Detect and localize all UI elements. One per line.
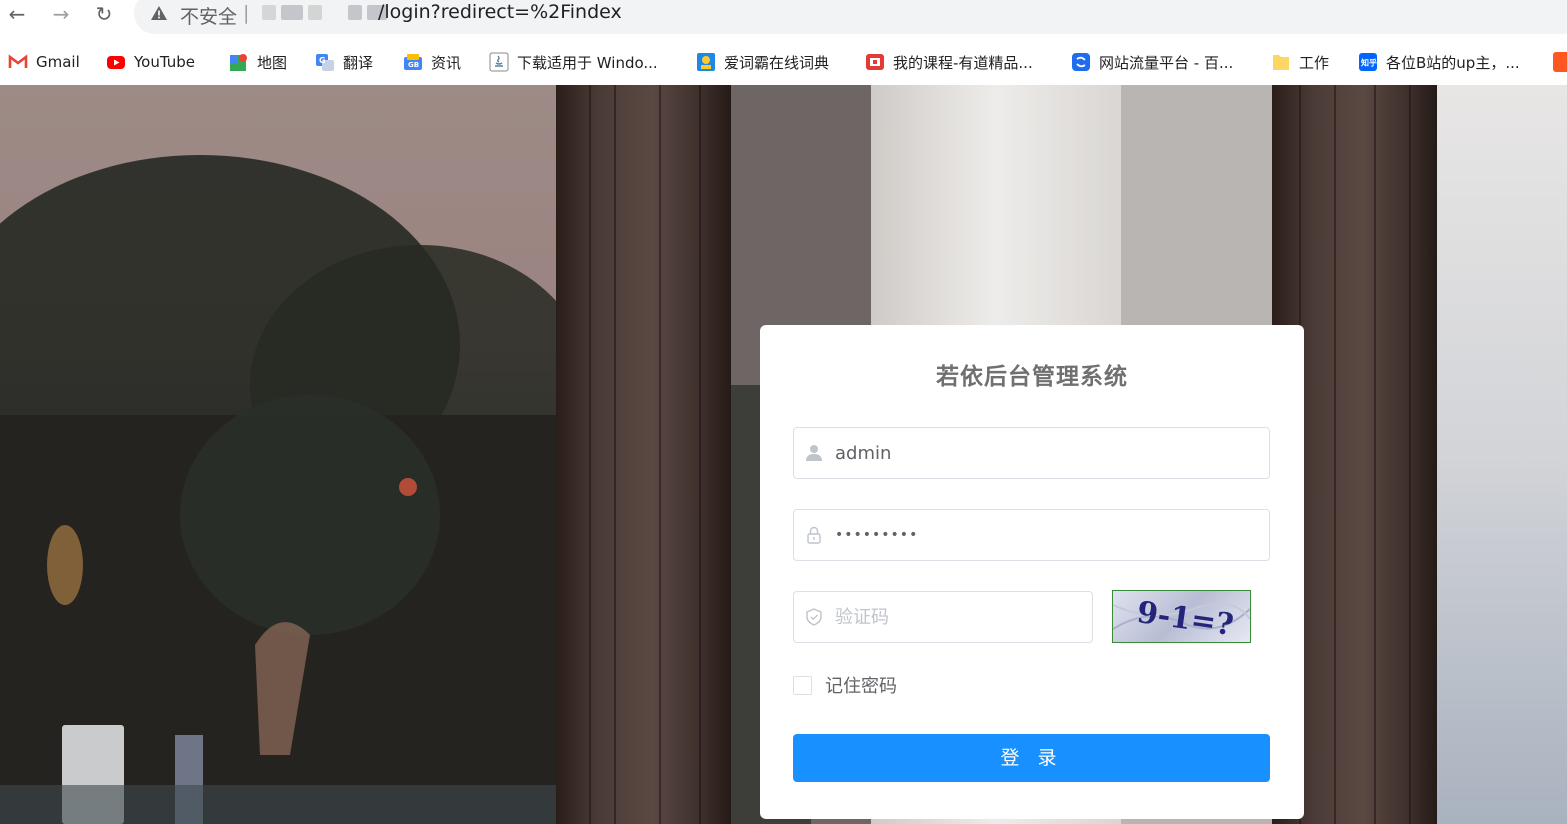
bookmark-zhihu[interactable]: 知乎 各位B站的up主，...: [1358, 50, 1520, 74]
java-download-icon: [489, 52, 509, 72]
browser-toolbar: ← → ↻ 不安全 | /login?redirect=%2Findex Gma…: [0, 0, 1567, 85]
bookmark-label: 下载适用于 Windo...: [517, 53, 658, 72]
bookmark-label: 地图: [257, 53, 288, 72]
bookmarks-bar: Gmail YouTube 地图 G 翻译 GB 资讯 下载适用于 Windo.…: [0, 44, 1567, 80]
translate-icon: G: [316, 54, 334, 71]
svg-text:知乎: 知乎: [1361, 58, 1377, 68]
remember-checkbox[interactable]: [793, 675, 812, 695]
maps-icon: [230, 54, 247, 71]
captcha-text: 9-1=?: [1135, 595, 1236, 642]
bookmark-label: 爱词霸在线词典: [724, 53, 830, 72]
warning-triangle-icon[interactable]: [150, 5, 168, 21]
bookmark-baidu-tongji[interactable]: 网站流量平台 - 百...: [1071, 50, 1233, 74]
zhihu-icon: 知乎: [1359, 53, 1377, 71]
bookmark-maps[interactable]: 地图: [229, 50, 287, 74]
bookmark-label: 翻译: [343, 53, 374, 72]
username-input[interactable]: [835, 428, 1255, 478]
folder-icon: [1273, 55, 1289, 70]
bookmark-label: 各位B站的up主，...: [1386, 53, 1520, 72]
svg-text:G: G: [319, 56, 326, 65]
gmail-icon: [8, 54, 28, 68]
bookmark-translate[interactable]: G 翻译: [315, 50, 373, 74]
bookmark-overflow[interactable]: [1553, 50, 1567, 74]
reload-icon[interactable]: ↻: [92, 2, 116, 26]
forward-arrow-icon[interactable]: →: [49, 2, 73, 26]
login-form: 若依后台管理系统 9-1=? 记住密码 登 录: [760, 325, 1304, 819]
bookmark-partial-icon: [1553, 52, 1567, 72]
youdao-icon: [866, 54, 884, 70]
remember-password[interactable]: 记住密码: [793, 673, 897, 697]
login-title: 若依后台管理系统: [936, 364, 1128, 390]
blurred-host: [262, 5, 387, 21]
youtube-icon: [107, 56, 125, 69]
url-path[interactable]: /login?redirect=%2Findex: [378, 1, 622, 23]
back-arrow-icon[interactable]: ←: [5, 2, 29, 26]
security-status-label[interactable]: 不安全: [180, 2, 237, 29]
bookmark-label: Gmail: [36, 53, 80, 71]
bookmark-java-download[interactable]: 下载适用于 Windo...: [489, 50, 658, 74]
captcha-image[interactable]: 9-1=?: [1112, 590, 1251, 643]
address-separator: |: [243, 2, 250, 24]
bookmark-label: 资讯: [431, 53, 462, 72]
captcha-input[interactable]: [835, 592, 1085, 642]
lock-icon: [807, 526, 821, 544]
captcha-graphic: 9-1=?: [1113, 595, 1250, 642]
news-icon: GB: [404, 54, 422, 70]
username-field[interactable]: [793, 427, 1270, 479]
baidu-tongji-icon: [1072, 53, 1090, 71]
bookmark-label: 工作: [1299, 53, 1330, 72]
captcha-field[interactable]: [793, 591, 1093, 643]
bookmark-youdao[interactable]: 我的课程-有道精品...: [865, 50, 1033, 74]
password-input[interactable]: [835, 510, 1255, 560]
bookmark-gmail[interactable]: Gmail: [8, 50, 80, 74]
bookmark-label: YouTube: [134, 53, 195, 71]
remember-label: 记住密码: [825, 676, 897, 697]
password-field[interactable]: [793, 509, 1270, 561]
bookmark-folder-work[interactable]: 工作: [1271, 50, 1329, 74]
bookmark-label: 网站流量平台 - 百...: [1099, 53, 1234, 72]
svg-text:GB: GB: [408, 61, 419, 69]
bookmark-news[interactable]: GB 资讯: [403, 50, 461, 74]
bookmark-youtube[interactable]: YouTube: [106, 50, 195, 74]
iciba-icon: [697, 53, 715, 71]
shield-check-icon: [806, 608, 822, 626]
address-row: ← → ↻ 不安全 | /login?redirect=%2Findex: [0, 0, 1567, 40]
bookmark-label: 我的课程-有道精品...: [893, 53, 1033, 72]
login-button[interactable]: 登 录: [793, 734, 1270, 782]
bookmark-iciba[interactable]: 爱词霸在线词典: [696, 50, 829, 74]
user-icon: [806, 445, 822, 461]
